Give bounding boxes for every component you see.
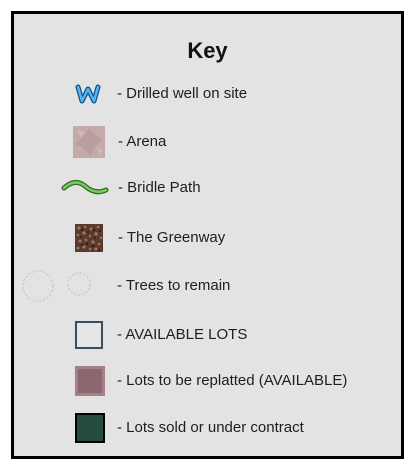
key-label-greenway: - The Greenway — [118, 229, 226, 246]
bridle-path-icon — [60, 168, 110, 208]
key-label-bridle-path: - Bridle Path — [118, 179, 201, 196]
arena-swatch — [72, 122, 106, 162]
replat-lot-swatch-wrap — [74, 361, 106, 401]
key-item-available-lots: - AVAILABLE LOTS — [14, 315, 401, 355]
map-key-panel: Key - Drilled well on site - Arena - Bri… — [11, 11, 404, 459]
key-item-bridle-path: - Bridle Path — [14, 168, 401, 208]
sold-lot-swatch — [75, 413, 105, 443]
key-item-arena: - Arena — [14, 122, 401, 162]
key-label-drilled-well: - Drilled well on site — [117, 85, 248, 102]
key-title: Key — [187, 38, 228, 63]
key-item-trees: - Trees to remain — [14, 266, 401, 306]
replat-lot-swatch — [75, 366, 105, 396]
key-item-replat-lots: - Lots to be replatted (AVAILABLE) — [14, 361, 401, 401]
key-item-greenway: - The Greenway — [14, 218, 401, 258]
key-label-available-lots: - AVAILABLE LOTS — [117, 326, 248, 343]
key-item-drilled-well: - Drilled well on site — [14, 74, 401, 114]
key-item-sold-lots: - Lots sold or under contract — [14, 408, 401, 448]
well-icon — [72, 74, 104, 114]
greenway-swatch — [74, 218, 104, 258]
key-label-trees: - Trees to remain — [117, 277, 231, 294]
key-label-sold-lots: - Lots sold or under contract — [117, 419, 304, 436]
key-label-arena: - Arena — [118, 133, 167, 150]
sold-lot-swatch-wrap — [74, 408, 106, 448]
tree-circles-icon — [19, 266, 103, 306]
available-lot-swatch-wrap — [74, 315, 104, 355]
available-lot-swatch — [75, 321, 103, 349]
key-label-replat-lots: - Lots to be replatted (AVAILABLE) — [117, 372, 348, 389]
